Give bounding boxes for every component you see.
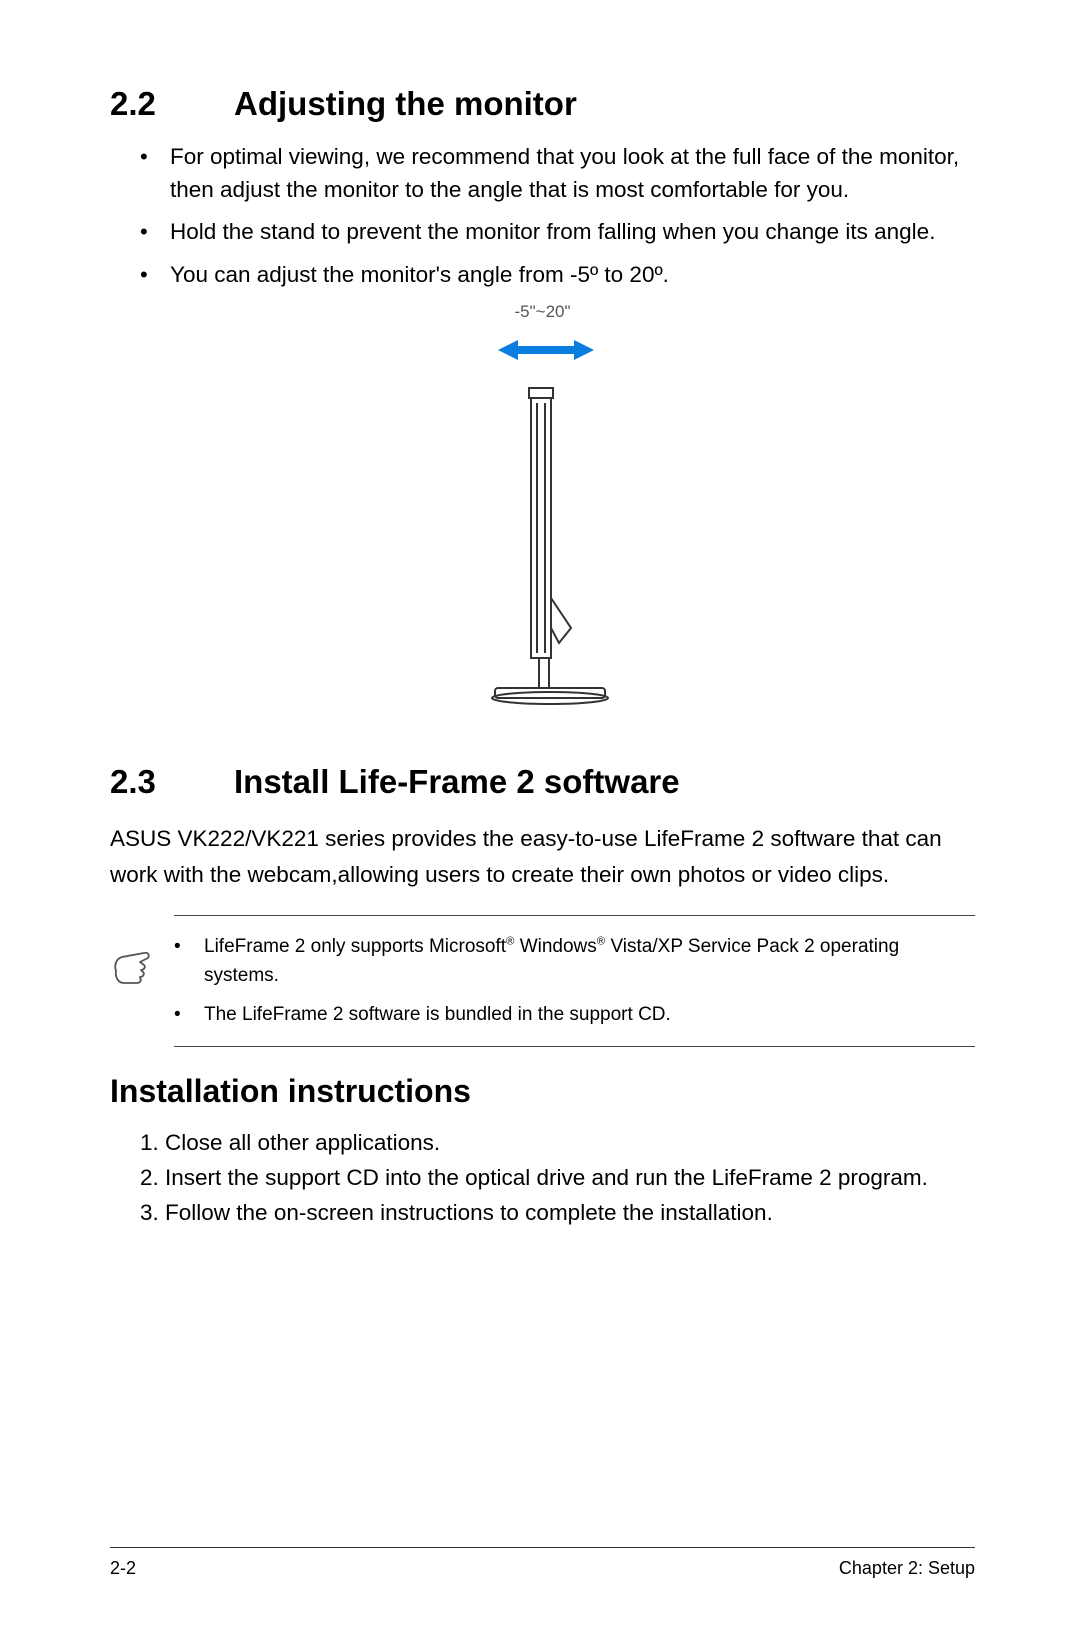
note-list: LifeFrame 2 only supports Microsoft ® Win… <box>174 915 975 1047</box>
page-footer: 2-2 Chapter 2: Setup <box>110 1547 975 1579</box>
section-title: Adjusting the monitor <box>234 85 577 123</box>
section-heading-2-3: 2.3 Install Life-Frame 2 software <box>110 763 975 801</box>
pointing-hand-icon <box>110 915 156 994</box>
monitor-diagram: -5"~20" <box>110 302 975 733</box>
section-heading-2-2: 2.2 Adjusting the monitor <box>110 85 975 123</box>
section-2-2-bullets: For optimal viewing, we recommend that y… <box>110 141 975 292</box>
step-item: 3. Follow the on-screen instructions to … <box>140 1196 975 1231</box>
page-content: 2.2 Adjusting the monitor For optimal vi… <box>110 85 975 1537</box>
chapter-label: Chapter 2: Setup <box>839 1558 975 1579</box>
section-title: Install Life-Frame 2 software <box>234 763 680 801</box>
step-item: 1. Close all other applications. <box>140 1126 975 1161</box>
bullet-item: Hold the stand to prevent the monitor fr… <box>140 216 975 249</box>
section-2-3-body: ASUS VK222/VK221 series provides the eas… <box>110 821 975 893</box>
page-number: 2-2 <box>110 1558 136 1579</box>
monitor-side-view-icon <box>443 328 643 728</box>
step-item: 2. Insert the support CD into the optica… <box>140 1161 975 1196</box>
note-item: The LifeFrame 2 software is bundled in t… <box>174 1000 975 1029</box>
bullet-item: For optimal viewing, we recommend that y… <box>140 141 975 206</box>
bullet-item: You can adjust the monitor's angle from … <box>140 259 975 292</box>
note-text: LifeFrame 2 only supports Microsoft <box>204 936 506 957</box>
note-block: LifeFrame 2 only supports Microsoft ® Win… <box>110 915 975 1047</box>
installation-steps: 1. Close all other applications. 2. Inse… <box>110 1126 975 1231</box>
section-number: 2.3 <box>110 763 234 801</box>
note-text: Windows <box>514 936 596 957</box>
note-item: LifeFrame 2 only supports Microsoft ® Win… <box>174 932 975 991</box>
registered-mark: ® <box>597 935 605 947</box>
diagram-angle-label: -5"~20" <box>110 302 975 322</box>
section-number: 2.2 <box>110 85 234 123</box>
installation-subheading: Installation instructions <box>110 1073 975 1110</box>
